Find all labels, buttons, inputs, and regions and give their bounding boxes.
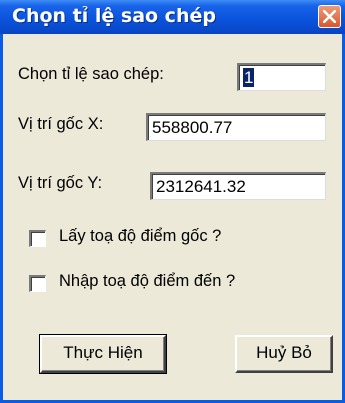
get-origin-checkbox[interactable] xyxy=(29,230,46,247)
origin-y-label: Vị trí gốc Y: xyxy=(18,174,103,192)
get-origin-option[interactable]: Lấy toạ độ điểm gốc ? xyxy=(29,227,299,250)
scale-label: Chọn tỉ lệ sao chép: xyxy=(18,65,164,83)
get-origin-checkbox-label: Lấy toạ độ điểm gốc ? xyxy=(59,227,222,245)
origin-x-input[interactable]: 558800.77 xyxy=(146,113,326,141)
execute-button[interactable]: Thực Hiện xyxy=(39,334,167,374)
close-button[interactable] xyxy=(318,5,341,28)
scale-input-value: 1 xyxy=(243,68,255,87)
enter-dest-checkbox-label: Nhập toạ độ điểm đến ? xyxy=(59,272,236,290)
close-icon xyxy=(323,10,336,23)
cancel-button[interactable]: Huỷ Bỏ xyxy=(235,335,333,373)
scale-input[interactable]: 1 xyxy=(237,63,326,91)
enter-dest-checkbox[interactable] xyxy=(29,275,46,292)
dialog-window: Chọn tỉ lệ sao chép Chọn tỉ lệ sao chép:… xyxy=(0,0,345,403)
enter-dest-option[interactable]: Nhập toạ độ điểm đến ? xyxy=(29,272,319,295)
origin-y-input[interactable]: 2312641.32 xyxy=(150,172,326,200)
window-title: Chọn tỉ lệ sao chép xyxy=(12,5,216,27)
title-bar[interactable]: Chọn tỉ lệ sao chép xyxy=(0,0,345,34)
origin-x-label: Vị trí gốc X: xyxy=(18,115,104,133)
